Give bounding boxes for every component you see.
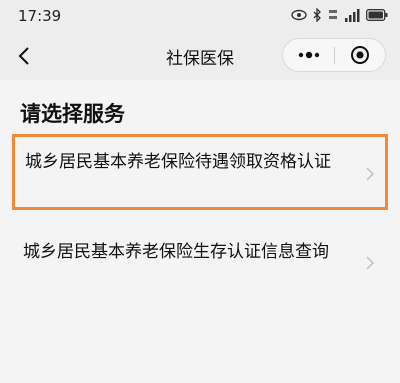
page-heading: 请选择服务 — [20, 102, 125, 126]
service-label: 城乡居民基本养老保险待遇领取资格认证 — [25, 152, 331, 172]
service-item-pension-qualification[interactable]: 城乡居民基本养老保险待遇领取资格认证 — [12, 134, 388, 210]
status-time: 17:39 — [18, 7, 62, 25]
nav-bar: 社保医保 — [0, 30, 400, 80]
battery-icon — [366, 9, 388, 21]
close-mini-program-button[interactable] — [334, 39, 385, 71]
target-circle-icon — [350, 46, 369, 64]
service-label: 城乡居民基本养老保险生存认证信息查询 — [23, 242, 329, 262]
chevron-right-icon — [366, 256, 375, 270]
eye-icon — [291, 9, 307, 21]
more-button[interactable] — [283, 39, 334, 71]
status-bar: 17:39 — [0, 0, 400, 30]
more-dots-icon — [298, 51, 319, 59]
data-speed-icon — [329, 10, 337, 19]
signal-icon — [345, 8, 360, 22]
bluetooth-icon — [313, 8, 321, 22]
status-icons — [291, 6, 388, 24]
service-item-survival-query[interactable]: 城乡居民基本养老保险生存认证信息查询 — [12, 230, 388, 300]
mini-program-capsule — [282, 38, 386, 72]
chevron-right-icon — [366, 167, 375, 181]
